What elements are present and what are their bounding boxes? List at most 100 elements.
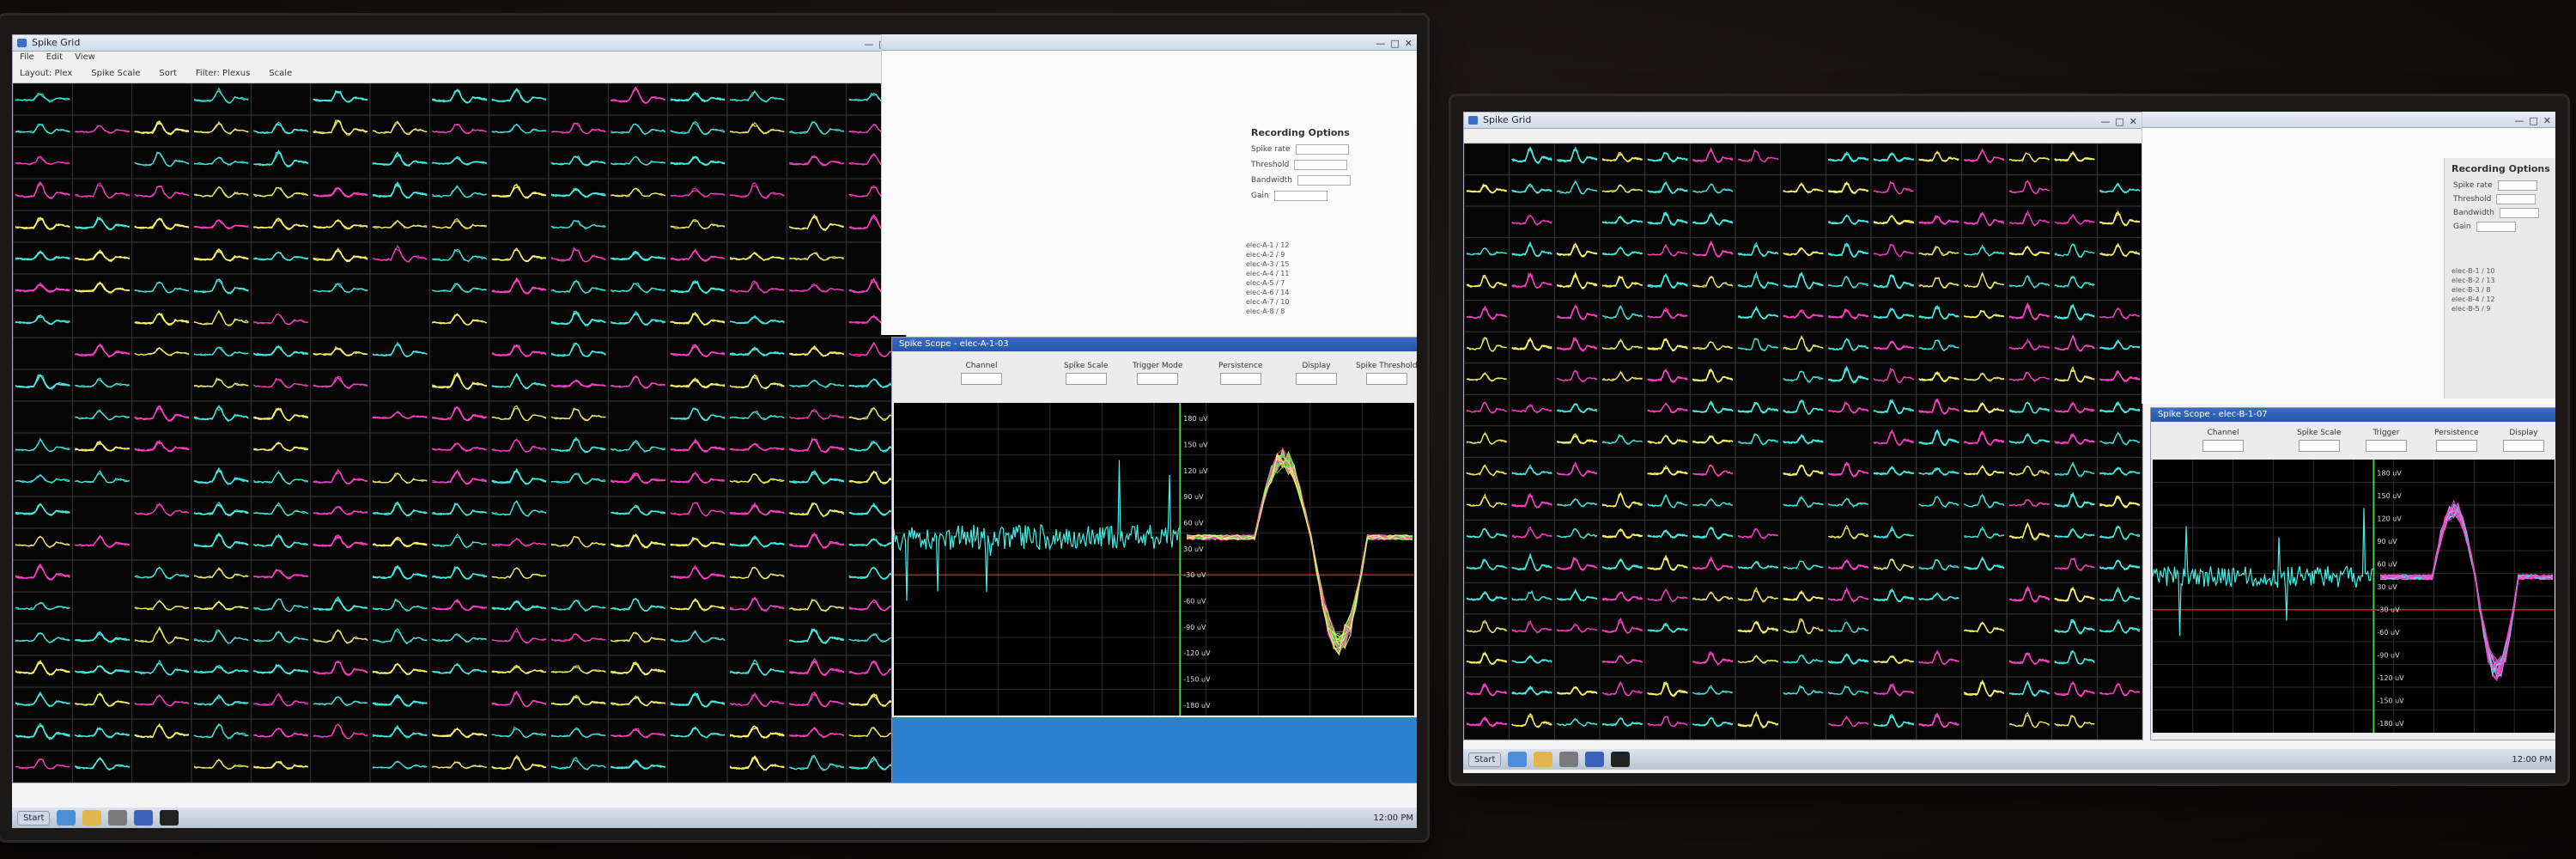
field-input[interactable]	[1294, 160, 1348, 170]
list-item[interactable]: elec-A-7 / 10	[1246, 297, 1289, 307]
field-input[interactable]	[2497, 180, 2537, 191]
spike-grid[interactable]	[13, 82, 906, 783]
scope-app-icon[interactable]	[160, 810, 179, 825]
scope-plot[interactable]: 180 uV 150 uV 120 uV 90 uV 60 uV 30 uV -30 uV -…	[893, 403, 1414, 716]
close-icon[interactable]: ✕	[2543, 113, 2551, 129]
field-input[interactable]	[2476, 222, 2516, 232]
field-input[interactable]	[2499, 208, 2539, 218]
field-label: Gain	[2453, 222, 2471, 231]
ctrl-display[interactable]: Display	[1296, 362, 1337, 385]
folder-icon[interactable]	[82, 810, 102, 825]
spike-trace	[789, 599, 844, 612]
ctrl-box[interactable]	[1219, 373, 1261, 385]
spike-trace	[432, 442, 488, 451]
start-button[interactable]: Start	[1468, 752, 1502, 767]
field-input[interactable]	[1297, 175, 1351, 186]
spike-trace	[1601, 617, 1643, 634]
list-item[interactable]: elec-A-1 / 12	[1246, 241, 1289, 250]
spike-trace	[1783, 371, 1824, 383]
start-button[interactable]: Start	[17, 810, 51, 825]
grid-app-icon[interactable]	[134, 810, 154, 825]
ctrl-box[interactable]	[2366, 440, 2407, 452]
ctrl-channel[interactable]: Channel	[2202, 429, 2244, 452]
media-icon[interactable]	[1559, 752, 1579, 767]
scope-canvas[interactable]: 180 uV 150 uV 120 uV 90 uV 60 uV 30 uV -30 uV -…	[2152, 460, 2555, 733]
menu-edit[interactable]: Edit	[46, 52, 63, 64]
spike-grid-canvas[interactable]	[1464, 143, 2142, 740]
spike-trace	[253, 313, 308, 326]
scope-plot[interactable]: 180 uV 150 uV 120 uV 90 uV 60 uV 30 uV -30 uV -…	[2152, 460, 2555, 733]
spike-trace	[313, 468, 368, 485]
list-item[interactable]: elec-A-2 / 9	[1246, 250, 1289, 259]
maximize-icon[interactable]: □	[2529, 113, 2537, 129]
ctrl-threshold[interactable]: Spike Threshold	[1356, 362, 1417, 385]
grid-app-icon[interactable]	[1585, 752, 1605, 767]
list-item[interactable]: elec-B-5 / 9	[2451, 304, 2495, 314]
ctrl-display[interactable]: Display	[2503, 429, 2544, 452]
toolbar-layout[interactable]: Layout: Plex	[20, 69, 72, 78]
ctrl-box[interactable]	[1365, 373, 1407, 385]
list-item[interactable]: elec-B-4 / 12	[2451, 295, 2495, 304]
ctrl-channel[interactable]: Channel	[961, 362, 1002, 385]
ctrl-trigger[interactable]: Trigger	[2366, 429, 2407, 452]
scope-canvas[interactable]: 180 uV 150 uV 120 uV 90 uV 60 uV 30 uV -30 uV -…	[893, 403, 1414, 716]
spike-trace	[15, 282, 70, 293]
spike-trace	[1557, 275, 1598, 289]
spike-trace	[1466, 308, 1508, 320]
ctrl-spike-scale[interactable]: Spike Scale	[2297, 429, 2341, 452]
list-item[interactable]: elec-A-8 / 8	[1246, 307, 1289, 316]
minimize-icon[interactable]: —	[864, 37, 873, 52]
maximize-icon[interactable]: □	[2115, 114, 2123, 130]
ctrl-box[interactable]	[1137, 373, 1179, 385]
ctrl-persistence[interactable]: Persistence	[1218, 362, 1262, 385]
ctrl-trigger[interactable]: Trigger Mode	[1133, 362, 1182, 385]
spike-trace	[193, 533, 249, 548]
spike-grid-canvas[interactable]	[13, 82, 906, 783]
ctrl-box[interactable]	[961, 373, 1002, 385]
spike-trace	[1827, 151, 1869, 162]
toolbar-scale[interactable]: Scale	[269, 69, 292, 78]
close-icon[interactable]: ✕	[2129, 114, 2137, 130]
spike-trace	[1964, 526, 2005, 539]
ctrl-box[interactable]	[1296, 373, 1337, 385]
list-item[interactable]: elec-A-4 / 11	[1246, 269, 1289, 278]
list-item[interactable]: elec-B-1 / 10	[2451, 266, 2495, 276]
toolbar-sort[interactable]: Sort	[159, 69, 177, 78]
ctrl-box[interactable]	[2298, 440, 2340, 452]
spike-trace	[1557, 242, 1598, 257]
media-icon[interactable]	[108, 810, 128, 825]
spike-trace	[491, 726, 547, 739]
list-item[interactable]: elec-A-5 / 7	[1246, 278, 1289, 288]
field-input[interactable]	[1273, 191, 1327, 201]
scope-app-icon[interactable]	[1611, 752, 1631, 767]
ctrl-box[interactable]	[2435, 440, 2477, 452]
minimize-icon[interactable]: —	[1376, 36, 1385, 52]
list-item[interactable]: elec-A-6 / 14	[1246, 288, 1289, 297]
ctrl-box[interactable]	[1065, 373, 1107, 385]
minimize-icon[interactable]: —	[2100, 114, 2110, 130]
menu-file[interactable]: File	[20, 52, 34, 64]
toolbar-filter[interactable]: Filter: Plexus	[196, 69, 250, 78]
ctrl-label: Channel	[965, 362, 998, 370]
scope-axis-label: -120 uV	[1183, 649, 1211, 657]
menu-view[interactable]: View	[75, 52, 95, 64]
minimize-icon[interactable]: —	[2514, 113, 2524, 129]
list-item[interactable]: elec-B-3 / 8	[2451, 285, 2495, 295]
maximize-icon[interactable]: □	[1390, 36, 1399, 52]
explorer-icon[interactable]	[1508, 752, 1528, 767]
ctrl-box[interactable]	[2202, 440, 2244, 452]
field-input[interactable]	[1295, 144, 1349, 155]
close-icon[interactable]: ✕	[1405, 36, 1413, 52]
list-item[interactable]: elec-A-3 / 15	[1246, 259, 1289, 269]
folder-icon[interactable]	[1534, 752, 1553, 767]
spike-trace	[1466, 619, 1507, 633]
list-item[interactable]: elec-B-2 / 13	[2451, 276, 2495, 285]
ctrl-spike-scale[interactable]: Spike Scale	[1064, 362, 1108, 385]
spike-trace	[253, 533, 308, 548]
field-input[interactable]	[2496, 194, 2537, 204]
explorer-icon[interactable]	[57, 810, 76, 825]
toolbar-spike-scale[interactable]: Spike Scale	[91, 69, 140, 78]
spike-grid[interactable]	[1464, 143, 2142, 740]
ctrl-persistence[interactable]: Persistence	[2434, 429, 2478, 452]
ctrl-box[interactable]	[2503, 440, 2544, 452]
